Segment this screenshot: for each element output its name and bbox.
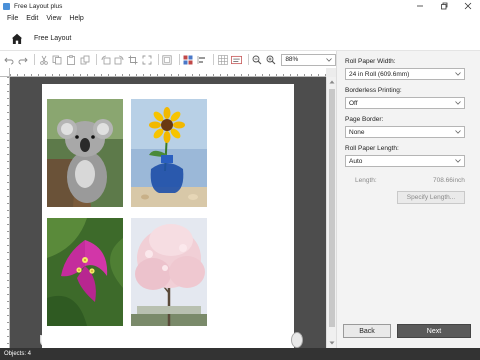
roll-paper-length-select[interactable]: Auto bbox=[345, 155, 465, 167]
borderless-printing-label: Borderless Printing: bbox=[345, 87, 402, 94]
cut-icon[interactable] bbox=[38, 54, 49, 65]
toolbar-divider bbox=[178, 54, 180, 65]
frame-icon[interactable] bbox=[162, 54, 173, 65]
toolbar-divider bbox=[247, 54, 249, 65]
maximize-icon[interactable] bbox=[432, 0, 456, 12]
specify-length-button[interactable]: Specify Length... bbox=[397, 191, 465, 204]
photo-sunflower[interactable] bbox=[131, 99, 207, 207]
rotate-right-icon[interactable] bbox=[114, 54, 125, 65]
horizontal-ruler bbox=[10, 68, 326, 77]
crop-icon[interactable] bbox=[128, 54, 139, 65]
scroll-up-icon[interactable] bbox=[328, 78, 336, 86]
toolbar-divider bbox=[96, 54, 98, 65]
vertical-ruler bbox=[0, 77, 10, 348]
duplicate-icon[interactable] bbox=[80, 54, 91, 65]
scroll-down-icon[interactable] bbox=[328, 339, 336, 347]
chevron-down-icon bbox=[455, 129, 461, 135]
layout-canvas[interactable] bbox=[10, 77, 326, 348]
copy-icon[interactable] bbox=[52, 54, 63, 65]
align-icon[interactable] bbox=[197, 54, 208, 65]
redo-icon[interactable] bbox=[18, 54, 29, 65]
page-border-value: None bbox=[349, 128, 365, 136]
window-controls bbox=[408, 0, 480, 12]
page-border-label: Page Border: bbox=[345, 116, 384, 123]
roll-paper-length-value: Auto bbox=[349, 157, 363, 165]
menu-file[interactable]: File bbox=[3, 15, 22, 22]
length-label: Length: bbox=[355, 177, 377, 184]
menu-help[interactable]: Help bbox=[65, 15, 87, 22]
chevron-down-icon bbox=[455, 71, 461, 77]
title-bar: Free Layout plus bbox=[0, 0, 480, 12]
grid-icon[interactable] bbox=[217, 54, 228, 65]
zoom-in-icon[interactable] bbox=[266, 54, 277, 65]
back-button[interactable]: Back bbox=[343, 324, 391, 338]
zoom-select[interactable]: 88% bbox=[281, 53, 337, 66]
fit-icon[interactable] bbox=[141, 54, 152, 65]
preview-area bbox=[0, 68, 336, 348]
toolbar-divider bbox=[158, 54, 160, 65]
menu-view[interactable]: View bbox=[42, 15, 65, 22]
app-icon bbox=[3, 2, 10, 10]
chevron-down-icon bbox=[455, 100, 461, 106]
chevron-down-icon bbox=[455, 158, 461, 164]
undo-icon[interactable] bbox=[4, 54, 15, 65]
zoom-out-icon[interactable] bbox=[252, 54, 263, 65]
toolbar-divider bbox=[34, 54, 36, 65]
zoom-value: 88% bbox=[285, 56, 299, 63]
roll-paper-width-select[interactable]: 24 in Roll (609.6mm) bbox=[345, 68, 465, 80]
menu-bar: File Edit View Help bbox=[0, 13, 480, 24]
photo-koala[interactable] bbox=[47, 99, 123, 207]
vertical-scrollbar[interactable] bbox=[326, 77, 336, 348]
roll-end-icon bbox=[291, 332, 303, 348]
scrollbar-thumb[interactable] bbox=[329, 89, 335, 327]
toolbar: 88% bbox=[0, 51, 337, 68]
minimize-icon[interactable] bbox=[408, 0, 432, 12]
nav-header: Free Layout bbox=[0, 27, 480, 51]
status-bar: Objects: 4 bbox=[0, 348, 480, 360]
length-value: 708.66 bbox=[433, 177, 453, 184]
toolbar-divider bbox=[213, 54, 215, 65]
roll-paper-length-label: Roll Paper Length: bbox=[345, 145, 399, 152]
borderless-printing-select[interactable]: Off bbox=[345, 97, 465, 109]
next-button[interactable]: Next bbox=[397, 324, 471, 338]
home-icon[interactable] bbox=[10, 32, 24, 46]
photo-bougainvillea[interactable] bbox=[47, 218, 123, 326]
settings-panel: Roll Paper Width: 24 in Roll (609.6mm) B… bbox=[336, 51, 480, 348]
page-title: Free Layout bbox=[34, 35, 72, 42]
chevron-down-icon bbox=[326, 57, 332, 63]
roll-paper-width-value: 24 in Roll (609.6mm) bbox=[349, 70, 410, 78]
rotate-left-icon[interactable] bbox=[100, 54, 111, 65]
roll-paper-width-label: Roll Paper Width: bbox=[345, 58, 396, 65]
page-border-select[interactable]: None bbox=[345, 126, 465, 138]
close-icon[interactable] bbox=[456, 0, 480, 12]
borderless-printing-value: Off bbox=[349, 99, 358, 107]
paper-sheet[interactable] bbox=[42, 84, 294, 348]
paste-icon[interactable] bbox=[66, 54, 77, 65]
photo-cherry-blossom[interactable] bbox=[131, 218, 207, 326]
objects-count: Objects: 4 bbox=[4, 351, 32, 357]
menu-edit[interactable]: Edit bbox=[22, 15, 42, 22]
ruler-corner bbox=[0, 68, 10, 77]
window-title: Free Layout plus bbox=[14, 2, 63, 10]
text-box-icon[interactable] bbox=[230, 54, 242, 65]
length-unit: inch bbox=[453, 177, 465, 184]
auto-layout-icon[interactable] bbox=[183, 54, 194, 65]
